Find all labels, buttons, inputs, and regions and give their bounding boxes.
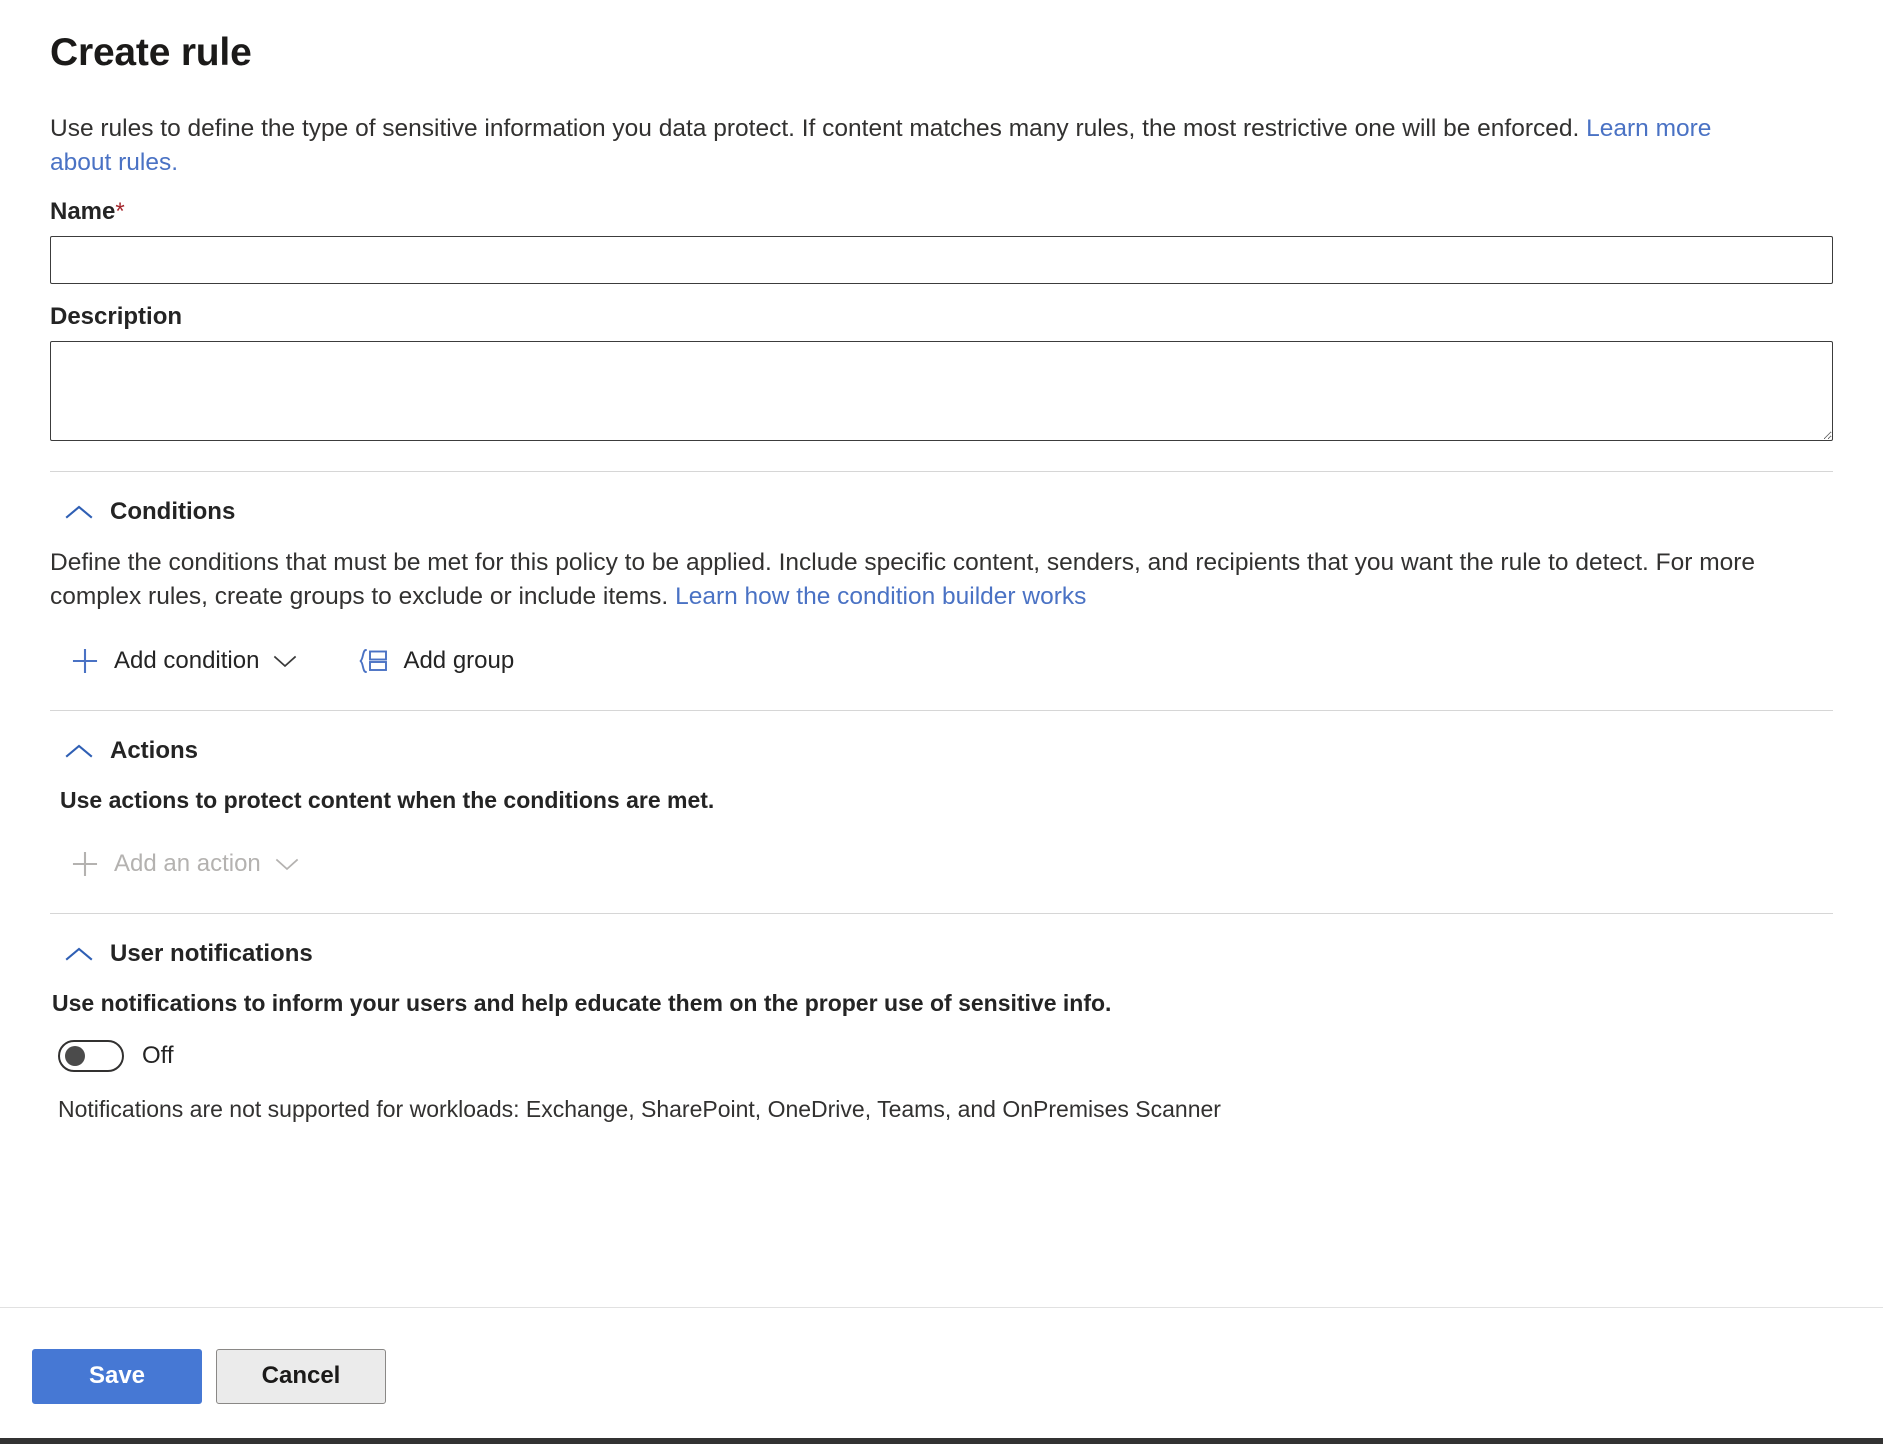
panel-footer: Save Cancel: [0, 1307, 1883, 1444]
page-title: Create rule: [50, 31, 1833, 76]
toggle-knob: [65, 1046, 85, 1066]
plus-icon: [70, 849, 100, 879]
actions-command-row: Add an action: [68, 845, 1833, 883]
add-group-icon: [357, 647, 389, 675]
add-an-action-button[interactable]: Add an action: [68, 845, 301, 883]
name-field-label: Name*: [50, 198, 1833, 226]
chevron-up-icon[interactable]: [64, 945, 94, 963]
add-group-label: Add group: [403, 647, 514, 675]
user-notifications-section-header[interactable]: User notifications: [64, 940, 313, 968]
page-intro-text: Use rules to define the type of sensitiv…: [50, 115, 1586, 142]
window-bottom-edge: [0, 1438, 1883, 1444]
description-input[interactable]: [50, 341, 1833, 441]
page-intro: Use rules to define the type of sensitiv…: [50, 112, 1770, 180]
name-label-text: Name: [50, 198, 115, 225]
add-condition-button[interactable]: Add condition: [68, 642, 299, 680]
actions-title: Actions: [110, 737, 198, 765]
chevron-up-icon[interactable]: [64, 503, 94, 521]
description-field-label: Description: [50, 303, 1833, 331]
chevron-down-icon: [273, 654, 297, 668]
add-condition-label: Add condition: [114, 647, 259, 675]
name-input[interactable]: [50, 236, 1833, 284]
add-group-button[interactable]: Add group: [355, 643, 516, 679]
chevron-down-icon: [275, 857, 299, 871]
required-asterisk: *: [115, 198, 124, 225]
save-button[interactable]: Save: [32, 1349, 202, 1404]
actions-section-header[interactable]: Actions: [64, 737, 198, 765]
panel-scroll-body[interactable]: Create rule Use rules to define the type…: [0, 0, 1883, 1307]
divider-after-conditions: [50, 710, 1833, 711]
divider-after-description: [50, 471, 1833, 472]
plus-icon: [70, 646, 100, 676]
conditions-title: Conditions: [110, 498, 235, 526]
divider-after-actions: [50, 913, 1833, 914]
user-notifications-footnote: Notifications are not supported for work…: [58, 1094, 1833, 1125]
user-notifications-toggle-row: Off: [58, 1040, 1833, 1072]
conditions-command-row: Add condition Add group: [68, 642, 1833, 680]
user-notifications-title: User notifications: [110, 940, 313, 968]
toggle-state-label: Off: [142, 1042, 174, 1070]
user-notifications-description: Use notifications to inform your users a…: [52, 988, 1833, 1020]
chevron-up-icon[interactable]: [64, 742, 94, 760]
create-rule-panel: Create rule Use rules to define the type…: [0, 0, 1883, 1444]
add-an-action-label: Add an action: [114, 850, 261, 878]
actions-description: Use actions to protect content when the …: [60, 785, 1833, 817]
condition-builder-link[interactable]: Learn how the condition builder works: [675, 583, 1086, 610]
conditions-description: Define the conditions that must be met f…: [50, 546, 1833, 614]
cancel-button[interactable]: Cancel: [216, 1349, 386, 1404]
conditions-section-header[interactable]: Conditions: [64, 498, 235, 526]
user-notifications-toggle[interactable]: [58, 1040, 124, 1072]
